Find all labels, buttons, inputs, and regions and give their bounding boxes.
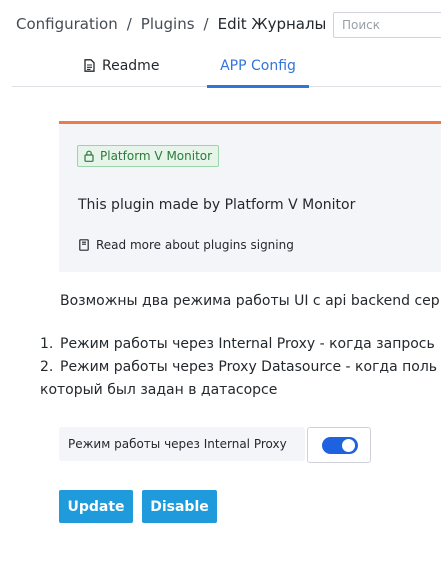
internal-proxy-label: Режим работы через Internal Proxy [59,427,305,461]
plugin-info-card: Platform V Monitor This plugin made by P… [59,121,441,272]
modes-intro: Возможны два режима работы UI с api back… [60,293,440,309]
list-number: 1. [40,336,54,352]
disable-button[interactable]: Disable [142,490,217,523]
plugin-config-page: Configuration / Plugins / Edit Журналы Readm… [0,0,441,574]
mode-text-continuation: который был задан в датасорсе [40,382,278,398]
breadcrumb-plugins[interactable]: Plugins [141,15,195,33]
badge-label: Platform V Monitor [100,149,213,163]
tab-bar: Readme APP Config [12,52,441,88]
tab-readme[interactable]: Readme [84,58,159,85]
tab-app-config-label: APP Config [220,58,296,74]
toggle-knob [342,439,355,452]
breadcrumb-separator: / [126,15,132,33]
tab-readme-label: Readme [102,58,160,74]
plugin-signature-text: This plugin made by Platform V Monitor [78,197,356,213]
book-icon [79,239,89,254]
toggle-track [322,437,358,454]
list-number: 2. [40,359,54,375]
breadcrumb-separator: / [203,15,209,33]
breadcrumb-configuration[interactable]: Configuration [16,15,118,33]
read-more-label: Read more about plugins signing [96,238,294,252]
search-input[interactable] [333,12,441,38]
mode-text: Режим работы через Internal Proxy - когд… [60,336,435,352]
breadcrumb: Configuration / Plugins / Edit Журналы [16,15,326,33]
read-more-link[interactable]: Read more about plugins signing [79,238,294,254]
update-button[interactable]: Update [59,490,133,523]
mode-text: Режим работы через Proxy Datasource - ко… [60,359,438,375]
list-item: 1. Режим работы через Internal Proxy - ко… [40,333,437,356]
lock-icon [84,148,94,169]
signature-badge: Platform V Monitor [77,145,220,169]
internal-proxy-toggle[interactable] [307,427,371,463]
tab-app-config[interactable]: APP Config [207,58,309,88]
list-item: 2. Режим работы через Proxy Datasource - … [40,356,437,379]
breadcrumb-current: Edit Журналы [217,15,327,33]
modes-list: 1. Режим работы через Internal Proxy - ко… [40,333,437,402]
doc-icon [84,59,95,76]
